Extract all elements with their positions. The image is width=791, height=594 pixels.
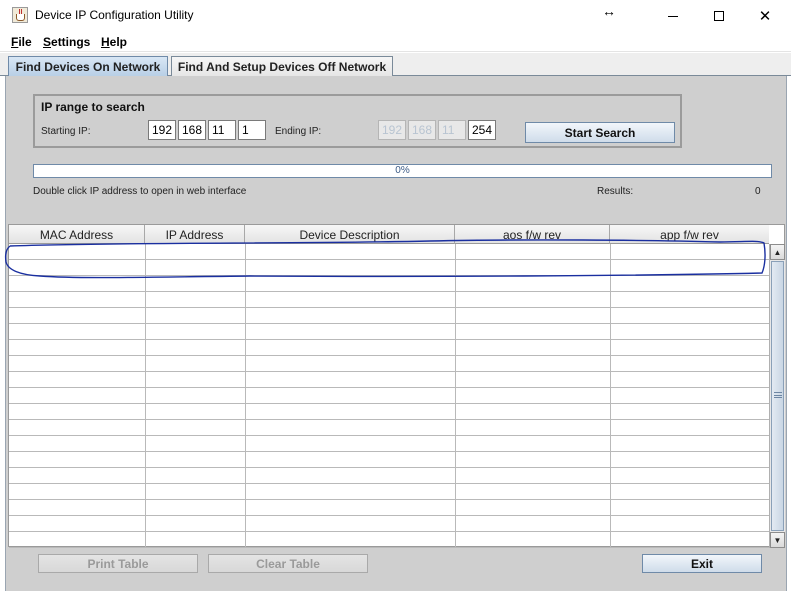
menu-help-label: elp [109, 35, 128, 49]
column-divider [610, 244, 611, 548]
menu-settings[interactable]: Settings [43, 35, 90, 49]
results-label: Results: [597, 186, 634, 197]
hint-text: Double click IP address to open in web i… [33, 186, 247, 197]
tab-content-panel: IP range to search Starting IP: 192 168 … [5, 76, 787, 591]
starting-ip-octet-2[interactable]: 168 [178, 120, 206, 140]
table-row[interactable] [9, 516, 769, 532]
ip-range-group: IP range to search Starting IP: 192 168 … [33, 94, 682, 148]
table-row[interactable] [9, 388, 769, 404]
ending-ip-octet-3: 11 [438, 120, 466, 140]
table-row[interactable] [9, 420, 769, 436]
table-row[interactable] [9, 404, 769, 420]
ending-ip-octet-1: 192 [378, 120, 406, 140]
minimize-icon [668, 15, 678, 17]
table-row[interactable] [9, 532, 769, 548]
table-row[interactable] [9, 276, 769, 292]
table-row[interactable] [9, 324, 769, 340]
search-progress-bar: 0% [33, 164, 772, 178]
table-row[interactable] [9, 484, 769, 500]
table-header: MAC Address IP Address Device Descriptio… [9, 225, 769, 244]
starting-ip-octet-4[interactable]: 1 [238, 120, 266, 140]
table-row[interactable] [9, 452, 769, 468]
results-count: 0 [755, 186, 761, 197]
starting-ip-octet-1[interactable]: 192 [148, 120, 176, 140]
ending-ip-label: Ending IP: [275, 126, 322, 137]
print-table-button[interactable]: Print Table [38, 554, 198, 573]
exit-button[interactable]: Exit [642, 554, 762, 573]
table-row[interactable] [9, 340, 769, 356]
tab-find-devices-on-network[interactable]: Find Devices On Network [8, 56, 168, 76]
menu-help[interactable]: Help [101, 35, 127, 49]
scrollbar-thumb[interactable] [771, 261, 784, 531]
menu-bar: File Settings Help [0, 32, 791, 52]
table-row[interactable] [9, 308, 769, 324]
maximize-button[interactable] [696, 0, 742, 32]
table-scrollbar[interactable]: ▲ ▼ [769, 244, 785, 548]
ip-range-title: IP range to search [41, 100, 145, 114]
table-row[interactable] [9, 244, 769, 260]
resize-arrows-icon: ↔ [602, 3, 616, 19]
table-row[interactable] [9, 260, 769, 276]
tab-strip: Find Devices On Network Find And Setup D… [0, 53, 791, 76]
arrow-up-icon[interactable]: ▲ [770, 244, 785, 260]
menu-settings-label: ettings [51, 35, 91, 49]
tab-find-and-setup-devices-off-network[interactable]: Find And Setup Devices Off Network [171, 56, 393, 76]
table-row[interactable] [9, 372, 769, 388]
menu-help-mnemonic: H [101, 35, 110, 49]
ending-ip-octet-2: 168 [408, 120, 436, 140]
grip-icon [774, 392, 782, 398]
java-cup-icon [12, 7, 28, 23]
window-title: Device IP Configuration Utility [35, 8, 194, 22]
table-row[interactable] [9, 436, 769, 452]
table-row[interactable] [9, 356, 769, 372]
maximize-icon [714, 11, 724, 21]
ending-ip-octet-4[interactable]: 254 [468, 120, 496, 140]
progress-text: 0% [395, 165, 410, 176]
devices-table: MAC Address IP Address Device Descriptio… [8, 224, 785, 548]
column-divider [245, 244, 246, 548]
table-row[interactable] [9, 468, 769, 484]
menu-file-label: ile [18, 35, 32, 49]
start-search-button[interactable]: Start Search [525, 122, 675, 143]
column-header-mac-address[interactable]: MAC Address [9, 225, 145, 244]
starting-ip-label: Starting IP: [41, 126, 91, 137]
close-button[interactable]: ✕ [742, 0, 788, 32]
table-body[interactable] [9, 244, 769, 548]
column-header-aos-fw-rev[interactable]: aos f/w rev [455, 225, 610, 244]
column-divider [455, 244, 456, 548]
title-bar: Device IP Configuration Utility ↔ ✕ [0, 0, 791, 32]
column-header-ip-address[interactable]: IP Address [145, 225, 245, 244]
minimize-button[interactable] [650, 0, 696, 32]
menu-file[interactable]: File [11, 35, 32, 49]
column-header-device-description[interactable]: Device Description [245, 225, 455, 244]
menu-settings-mnemonic: S [43, 35, 52, 49]
starting-ip-octet-3[interactable]: 11 [208, 120, 236, 140]
table-row[interactable] [9, 292, 769, 308]
column-header-app-fw-rev[interactable]: app f/w rev [610, 225, 769, 244]
table-row[interactable] [9, 500, 769, 516]
column-divider [145, 244, 146, 548]
arrow-down-icon[interactable]: ▼ [770, 532, 785, 548]
clear-table-button[interactable]: Clear Table [208, 554, 368, 573]
